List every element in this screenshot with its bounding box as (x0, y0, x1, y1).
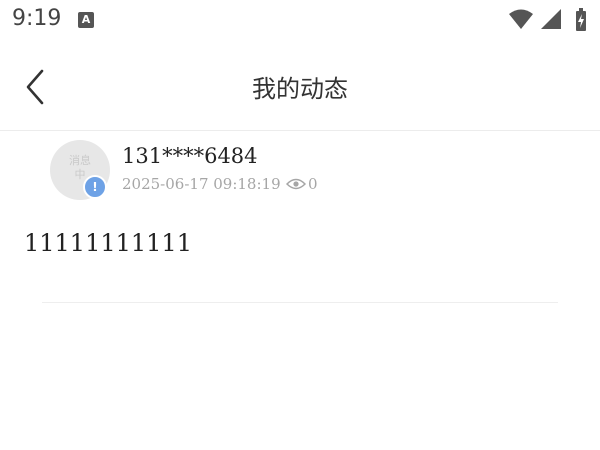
verified-badge-icon: ! (83, 175, 107, 199)
battery-icon (576, 8, 586, 31)
status-time: 9:19 (12, 6, 62, 31)
post-timestamp: 2025-06-17 09:18:19 (122, 175, 281, 193)
notification-icon: A (78, 12, 94, 28)
eye-icon (286, 178, 306, 190)
status-bar: 9:19 A (0, 0, 600, 42)
wifi-icon (509, 9, 533, 29)
avatar[interactable]: 消息中 ! (50, 140, 110, 200)
app-bar: 我的动态 (0, 42, 600, 131)
view-count: 0 (308, 175, 318, 193)
page-title: 我的动态 (252, 75, 348, 103)
post-item[interactable]: 消息中 ! 131****6484 2025-06-17 09:18:19 0 … (0, 131, 600, 331)
username[interactable]: 131****6484 (122, 144, 258, 168)
divider (42, 302, 558, 303)
post-content: 11111111111 (24, 229, 192, 257)
signal-icon (541, 9, 561, 29)
